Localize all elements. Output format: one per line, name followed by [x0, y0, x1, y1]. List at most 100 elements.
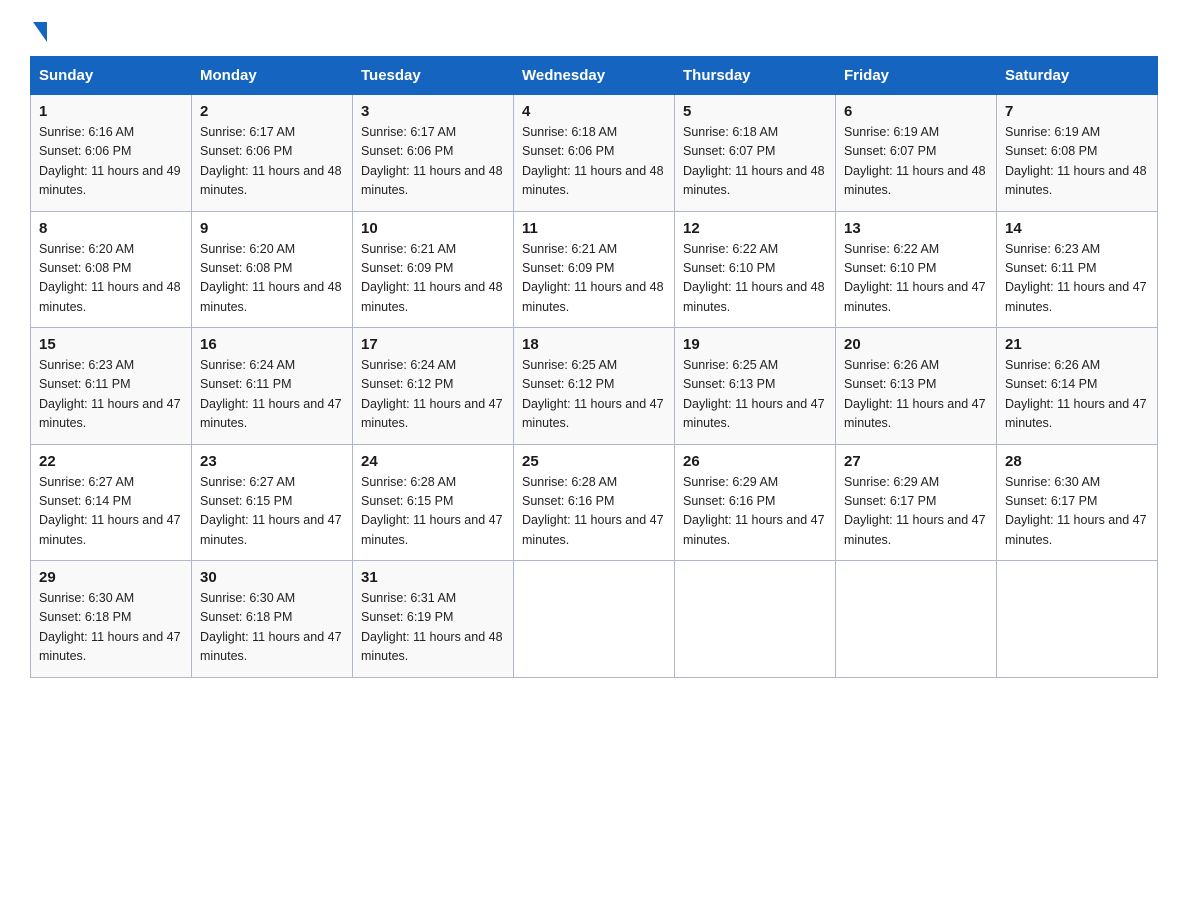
calendar-day-cell: 18Sunrise: 6:25 AMSunset: 6:12 PMDayligh…: [514, 328, 675, 445]
day-number: 7: [1005, 103, 1149, 120]
day-number: 12: [683, 220, 827, 237]
day-number: 1: [39, 103, 183, 120]
day-info: Sunrise: 6:26 AMSunset: 6:14 PMDaylight:…: [1005, 356, 1149, 434]
day-info: Sunrise: 6:30 AMSunset: 6:17 PMDaylight:…: [1005, 473, 1149, 551]
day-info: Sunrise: 6:29 AMSunset: 6:16 PMDaylight:…: [683, 473, 827, 551]
calendar-week-row: 22 Sunrise: 6:27 AMSunset: 6:14 PMDayligh…: [31, 444, 1158, 561]
calendar-day-cell: 1 Sunrise: 6:16 AMSunset: 6:06 PMDaylight…: [31, 95, 192, 212]
day-number: 31: [361, 569, 505, 586]
day-info: Sunrise: 6:17 AMSunset: 6:06 PMDaylight:…: [361, 123, 505, 201]
calendar-day-cell: 11Sunrise: 6:21 AMSunset: 6:09 PMDayligh…: [514, 211, 675, 328]
day-info: Sunrise: 6:18 AMSunset: 6:06 PMDaylight:…: [522, 123, 666, 201]
calendar-week-row: 29 Sunrise: 6:30 AMSunset: 6:18 PMDayligh…: [31, 561, 1158, 678]
calendar-day-cell: 9Sunrise: 6:20 AMSunset: 6:08 PMDaylight…: [192, 211, 353, 328]
day-number: 4: [522, 103, 666, 120]
calendar-day-cell: 27 Sunrise: 6:29 AMSunset: 6:17 PMDayligh…: [836, 444, 997, 561]
calendar-day-cell: 13 Sunrise: 6:22 AMSunset: 6:10 PMDayligh…: [836, 211, 997, 328]
calendar-day-header: Saturday: [997, 57, 1158, 95]
calendar-day-header: Thursday: [675, 57, 836, 95]
day-info: Sunrise: 6:19 AMSunset: 6:07 PMDaylight:…: [844, 123, 988, 201]
day-number: 27: [844, 453, 988, 470]
calendar-day-cell: 4 Sunrise: 6:18 AMSunset: 6:06 PMDaylight…: [514, 95, 675, 212]
day-number: 29: [39, 569, 183, 586]
calendar-day-cell: 20 Sunrise: 6:26 AMSunset: 6:13 PMDayligh…: [836, 328, 997, 445]
calendar-day-cell: 29 Sunrise: 6:30 AMSunset: 6:18 PMDayligh…: [31, 561, 192, 678]
calendar-day-cell: 22 Sunrise: 6:27 AMSunset: 6:14 PMDayligh…: [31, 444, 192, 561]
day-info: Sunrise: 6:27 AMSunset: 6:14 PMDaylight:…: [39, 473, 183, 551]
calendar-day-cell: 31 Sunrise: 6:31 AMSunset: 6:19 PMDayligh…: [353, 561, 514, 678]
calendar-week-row: 8 Sunrise: 6:20 AMSunset: 6:08 PMDaylight…: [31, 211, 1158, 328]
day-number: 2: [200, 103, 344, 120]
day-number: 24: [361, 453, 505, 470]
calendar-day-cell: 30Sunrise: 6:30 AMSunset: 6:18 PMDayligh…: [192, 561, 353, 678]
day-info: Sunrise: 6:29 AMSunset: 6:17 PMDaylight:…: [844, 473, 988, 551]
day-info: Sunrise: 6:25 AMSunset: 6:13 PMDaylight:…: [683, 356, 827, 434]
day-info: Sunrise: 6:19 AMSunset: 6:08 PMDaylight:…: [1005, 123, 1149, 201]
day-info: Sunrise: 6:23 AMSunset: 6:11 PMDaylight:…: [39, 356, 183, 434]
day-number: 5: [683, 103, 827, 120]
calendar-header-row: SundayMondayTuesdayWednesdayThursdayFrid…: [31, 57, 1158, 95]
day-number: 23: [200, 453, 344, 470]
calendar-day-cell: 15Sunrise: 6:23 AMSunset: 6:11 PMDayligh…: [31, 328, 192, 445]
day-number: 10: [361, 220, 505, 237]
calendar-day-cell: 23Sunrise: 6:27 AMSunset: 6:15 PMDayligh…: [192, 444, 353, 561]
day-info: Sunrise: 6:18 AMSunset: 6:07 PMDaylight:…: [683, 123, 827, 201]
day-number: 8: [39, 220, 183, 237]
page-header: [30, 20, 1158, 38]
logo-triangle-icon: [33, 22, 47, 42]
calendar-day-cell: 12 Sunrise: 6:22 AMSunset: 6:10 PMDayligh…: [675, 211, 836, 328]
day-info: Sunrise: 6:30 AMSunset: 6:18 PMDaylight:…: [39, 589, 183, 667]
calendar-day-cell: 24 Sunrise: 6:28 AMSunset: 6:15 PMDayligh…: [353, 444, 514, 561]
day-info: Sunrise: 6:30 AMSunset: 6:18 PMDaylight:…: [200, 589, 344, 667]
day-number: 20: [844, 336, 988, 353]
calendar-day-cell: 6Sunrise: 6:19 AMSunset: 6:07 PMDaylight…: [836, 95, 997, 212]
calendar-week-row: 15Sunrise: 6:23 AMSunset: 6:11 PMDayligh…: [31, 328, 1158, 445]
day-number: 14: [1005, 220, 1149, 237]
calendar-day-header: Tuesday: [353, 57, 514, 95]
calendar-day-cell: [514, 561, 675, 678]
day-number: 16: [200, 336, 344, 353]
calendar-day-header: Wednesday: [514, 57, 675, 95]
calendar-day-cell: 16 Sunrise: 6:24 AMSunset: 6:11 PMDayligh…: [192, 328, 353, 445]
calendar-day-cell: [836, 561, 997, 678]
calendar-day-cell: 7 Sunrise: 6:19 AMSunset: 6:08 PMDaylight…: [997, 95, 1158, 212]
day-info: Sunrise: 6:21 AMSunset: 6:09 PMDaylight:…: [361, 240, 505, 318]
calendar-body: 1 Sunrise: 6:16 AMSunset: 6:06 PMDaylight…: [31, 95, 1158, 678]
calendar-week-row: 1 Sunrise: 6:16 AMSunset: 6:06 PMDaylight…: [31, 95, 1158, 212]
day-number: 17: [361, 336, 505, 353]
calendar-day-header: Sunday: [31, 57, 192, 95]
calendar-day-cell: 28 Sunrise: 6:30 AMSunset: 6:17 PMDayligh…: [997, 444, 1158, 561]
day-number: 9: [200, 220, 344, 237]
calendar-day-header: Monday: [192, 57, 353, 95]
day-info: Sunrise: 6:28 AMSunset: 6:15 PMDaylight:…: [361, 473, 505, 551]
day-number: 22: [39, 453, 183, 470]
calendar-day-cell: 25Sunrise: 6:28 AMSunset: 6:16 PMDayligh…: [514, 444, 675, 561]
day-info: Sunrise: 6:22 AMSunset: 6:10 PMDaylight:…: [844, 240, 988, 318]
calendar-day-cell: 3 Sunrise: 6:17 AMSunset: 6:06 PMDaylight…: [353, 95, 514, 212]
calendar-day-cell: 10 Sunrise: 6:21 AMSunset: 6:09 PMDayligh…: [353, 211, 514, 328]
day-number: 11: [522, 220, 666, 237]
day-info: Sunrise: 6:31 AMSunset: 6:19 PMDaylight:…: [361, 589, 505, 667]
calendar-day-header: Friday: [836, 57, 997, 95]
day-number: 28: [1005, 453, 1149, 470]
calendar-day-cell: 14 Sunrise: 6:23 AMSunset: 6:11 PMDayligh…: [997, 211, 1158, 328]
calendar-day-cell: [675, 561, 836, 678]
calendar-day-cell: 8 Sunrise: 6:20 AMSunset: 6:08 PMDaylight…: [31, 211, 192, 328]
day-info: Sunrise: 6:22 AMSunset: 6:10 PMDaylight:…: [683, 240, 827, 318]
calendar-day-cell: 5 Sunrise: 6:18 AMSunset: 6:07 PMDaylight…: [675, 95, 836, 212]
day-number: 13: [844, 220, 988, 237]
day-info: Sunrise: 6:23 AMSunset: 6:11 PMDaylight:…: [1005, 240, 1149, 318]
logo: [30, 20, 47, 38]
day-info: Sunrise: 6:28 AMSunset: 6:16 PMDaylight:…: [522, 473, 666, 551]
day-number: 3: [361, 103, 505, 120]
day-info: Sunrise: 6:20 AMSunset: 6:08 PMDaylight:…: [39, 240, 183, 318]
calendar-day-cell: 2Sunrise: 6:17 AMSunset: 6:06 PMDaylight…: [192, 95, 353, 212]
day-info: Sunrise: 6:26 AMSunset: 6:13 PMDaylight:…: [844, 356, 988, 434]
day-number: 19: [683, 336, 827, 353]
day-info: Sunrise: 6:24 AMSunset: 6:12 PMDaylight:…: [361, 356, 505, 434]
calendar-day-cell: 21Sunrise: 6:26 AMSunset: 6:14 PMDayligh…: [997, 328, 1158, 445]
calendar-day-cell: 26Sunrise: 6:29 AMSunset: 6:16 PMDayligh…: [675, 444, 836, 561]
calendar-table: SundayMondayTuesdayWednesdayThursdayFrid…: [30, 56, 1158, 678]
day-info: Sunrise: 6:24 AMSunset: 6:11 PMDaylight:…: [200, 356, 344, 434]
day-info: Sunrise: 6:16 AMSunset: 6:06 PMDaylight:…: [39, 123, 183, 201]
